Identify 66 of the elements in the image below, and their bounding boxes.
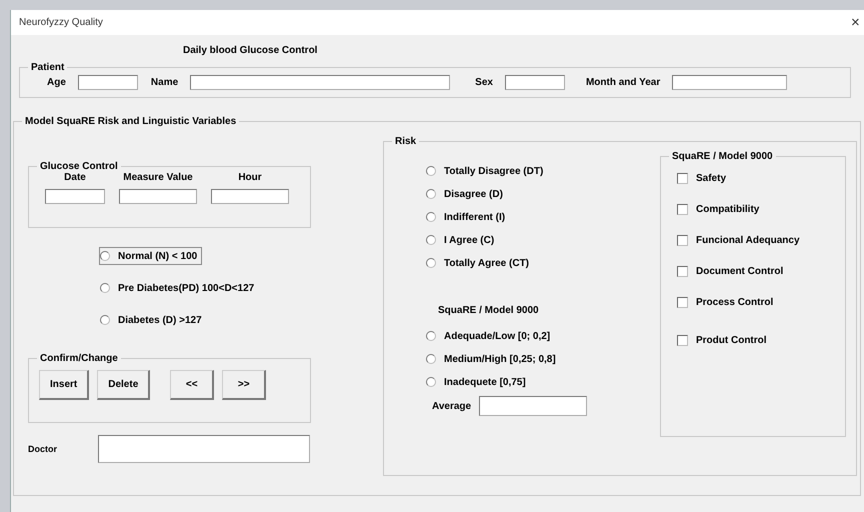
radio-circle-icon: [426, 258, 436, 268]
checkbox-icon: [677, 334, 688, 346]
checkbox-option[interactable]: Safety: [677, 170, 730, 186]
checkbox-icon: [677, 266, 688, 276]
radio-circle-icon: [426, 212, 436, 222]
radio-circle-icon: [426, 331, 436, 341]
checkbox-icon: [677, 204, 688, 214]
checkbox-icon: [677, 296, 688, 308]
checkbox-option[interactable]: Compatibility: [677, 201, 764, 217]
radio-option[interactable]: Disagree (D): [426, 186, 507, 202]
group-title: SquaRE / Model 9000: [671, 151, 774, 162]
close-button[interactable]: ×: [851, 14, 864, 31]
input-field[interactable]: [211, 189, 289, 204]
field-label: Name: [150, 77, 178, 88]
radio-circle-icon: [426, 189, 436, 199]
next-button[interactable]: >>: [222, 370, 266, 400]
column-label: Hour: [238, 172, 262, 183]
checkbox-option[interactable]: Document Control: [677, 263, 788, 279]
radio-option[interactable]: Inadequete [0,75]: [426, 374, 530, 390]
section-title: SquaRE / Model 9000: [438, 305, 540, 316]
field-label: Age: [47, 77, 66, 88]
checkbox-icon: [677, 234, 688, 246]
input-field[interactable]: [45, 189, 105, 204]
radio-circle-icon: [100, 283, 110, 293]
input-field[interactable]: [78, 75, 138, 90]
radio-circle-icon: [100, 251, 110, 261]
group-title: Patient: [30, 62, 66, 73]
checkbox-option[interactable]: Funcional Adequancy: [677, 232, 804, 248]
previous-button[interactable]: <<: [170, 370, 214, 400]
input-field[interactable]: [98, 435, 310, 463]
group-title: Risk: [394, 136, 418, 147]
delete-button[interactable]: Delete: [97, 370, 150, 400]
column-label: Date: [64, 172, 86, 183]
radio-option[interactable]: Normal (N) < 100: [100, 248, 202, 264]
group-title: Confirm/Change: [39, 353, 119, 364]
radio-option[interactable]: Medium/High [0,25; 0,8]: [426, 351, 560, 367]
input-field[interactable]: [672, 75, 788, 90]
radio-option[interactable]: Pre Diabetes(PD) 100<D<127: [100, 280, 258, 296]
radio-circle-icon: [426, 235, 436, 245]
radio-circle-icon: [426, 354, 436, 364]
field-label: Average: [432, 400, 472, 412]
form-heading: Daily blood Glucose Control: [183, 45, 318, 56]
insert-button[interactable]: Insert: [39, 370, 90, 400]
radio-option[interactable]: Totally Agree (CT): [426, 255, 534, 271]
group-title: Glucose Control: [39, 161, 119, 172]
radio-option[interactable]: Adequade/Low [0; 0,2]: [426, 328, 554, 344]
field-label: Month and Year: [586, 77, 660, 88]
radio-circle-icon: [426, 377, 436, 387]
window-title: Neurofyzzy Quality: [19, 17, 103, 28]
input-field[interactable]: [479, 396, 588, 416]
radio-option[interactable]: Totally Disagree (DT): [426, 163, 548, 179]
field-label: Sex: [475, 77, 493, 88]
group-title: Model SquaRE Risk and Linguistic Variables: [24, 116, 238, 127]
checkbox-option[interactable]: Produt Control: [677, 332, 771, 348]
checkbox-option[interactable]: Process Control: [677, 294, 778, 310]
field-label: Doctor: [28, 444, 58, 454]
radio-option[interactable]: Diabetes (D) >127: [100, 312, 206, 328]
checkbox-icon: [677, 172, 688, 184]
input-field[interactable]: [504, 75, 565, 90]
radio-option[interactable]: I Agree (C): [426, 232, 498, 248]
input-field[interactable]: [190, 75, 450, 90]
column-label: Measure Value: [123, 172, 193, 183]
radio-option[interactable]: Indifferent (I): [426, 209, 510, 225]
radio-circle-icon: [100, 315, 110, 325]
input-field[interactable]: [119, 189, 197, 204]
radio-circle-icon: [426, 166, 436, 176]
